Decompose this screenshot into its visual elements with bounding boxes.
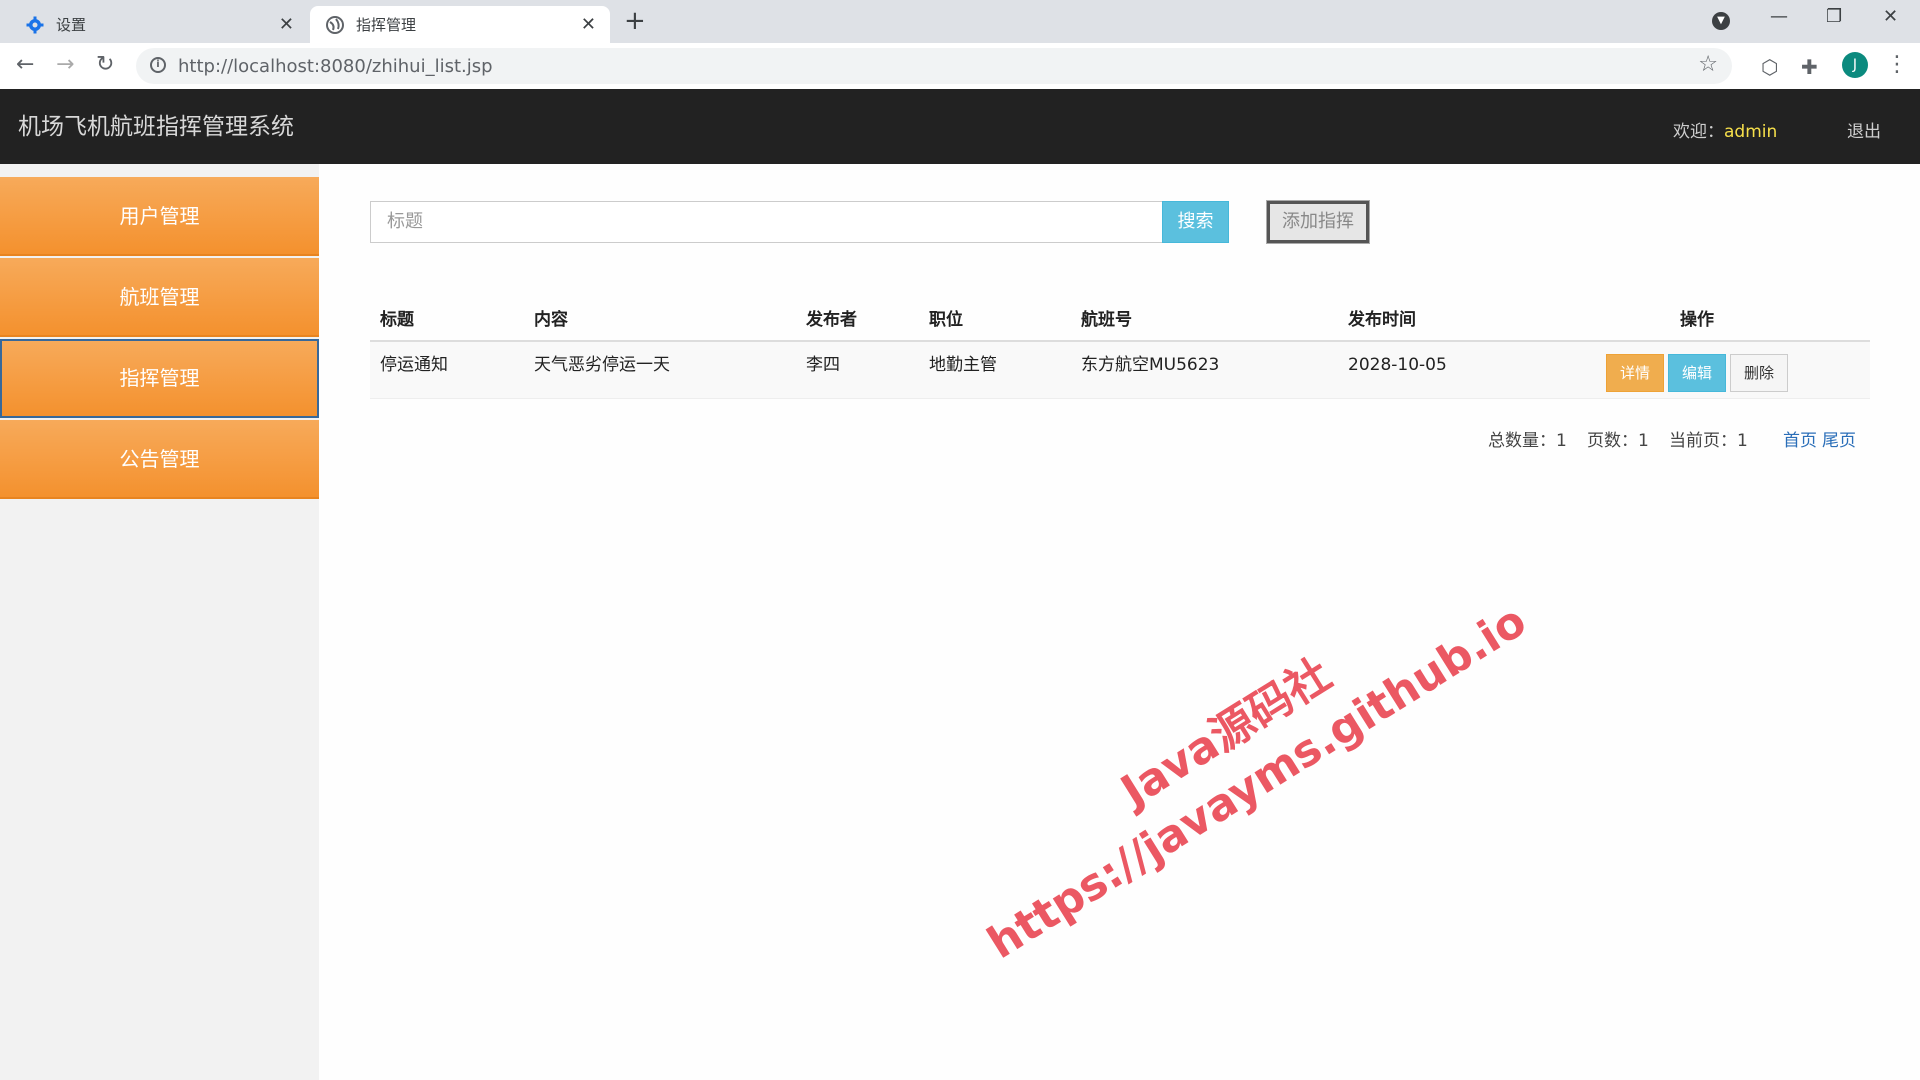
browser-tab-strip: 设置 ✕ 指挥管理 ✕ + ▼ — ❐ ✕ — [0, 0, 1920, 43]
puzzle-icon[interactable]: ✚ — [1801, 55, 1818, 79]
forward-arrow-icon[interactable]: → — [56, 52, 74, 78]
tab-settings[interactable]: 设置 ✕ — [8, 6, 308, 43]
main-content: 标题 搜索 添加指挥 标题 内容 发布者 职位 航班号 发布时间 操作 停运通知… — [319, 164, 1920, 1080]
app-header: 机场飞机航班指挥管理系统 欢迎：admin 退出 — [0, 89, 1920, 164]
minimize-icon[interactable]: — — [1770, 6, 1788, 27]
search-button[interactable]: 搜索 — [1162, 201, 1229, 243]
cell-position: 地勤主管 — [929, 355, 997, 375]
sidebar-item-flights[interactable]: 航班管理 — [0, 258, 319, 337]
column-header: 职位 — [929, 310, 963, 330]
username: admin — [1724, 122, 1778, 142]
sidebar: 用户管理 航班管理 指挥管理 公告管理 — [0, 164, 319, 1080]
chevron-down-icon[interactable]: ▼ — [1712, 12, 1730, 30]
cell-time: 2028-10-05 — [1348, 355, 1447, 375]
cell-flight: 东方航空MU5623 — [1081, 355, 1220, 375]
cell-content: 天气恶劣停运一天 — [534, 355, 670, 375]
logout-link[interactable]: 退出 — [1847, 117, 1881, 142]
back-arrow-icon[interactable]: ← — [16, 52, 34, 78]
window-close-icon[interactable]: ✕ — [1883, 6, 1898, 27]
delete-button[interactable]: 删除 — [1730, 354, 1788, 392]
extension-shield-icon[interactable]: ⬡ — [1761, 55, 1778, 79]
column-header: 标题 — [380, 310, 414, 330]
cell-title: 停运通知 — [380, 355, 448, 375]
edit-button[interactable]: 编辑 — [1668, 354, 1726, 392]
cell-publisher: 李四 — [806, 355, 840, 375]
globe-icon — [326, 15, 344, 34]
reload-icon[interactable]: ↻ — [96, 52, 114, 78]
column-header: 操作 — [1680, 310, 1714, 330]
pager-total: 总数量：1 — [1488, 431, 1567, 451]
address-bar-row: ← → ↻ i http://localhost:8080/zhihui_lis… — [0, 43, 1920, 90]
search-input[interactable]: 标题 — [370, 201, 1164, 243]
first-page-link[interactable]: 首页 — [1783, 426, 1817, 451]
new-tab-icon[interactable]: + — [624, 6, 646, 36]
sidebar-item-users[interactable]: 用户管理 — [0, 177, 319, 256]
info-icon[interactable]: i — [150, 57, 166, 73]
table-header: 标题 内容 发布者 职位 航班号 发布时间 操作 — [370, 300, 1870, 342]
last-page-link[interactable]: 尾页 — [1822, 426, 1856, 451]
column-header: 内容 — [534, 310, 568, 330]
add-command-button[interactable]: 添加指挥 — [1266, 200, 1370, 244]
pager-current: 当前页：1 — [1669, 431, 1748, 451]
close-icon[interactable]: ✕ — [279, 14, 294, 35]
restore-icon[interactable]: ❐ — [1826, 6, 1842, 27]
tab-title: 设置 — [56, 16, 87, 34]
table-row: 停运通知 天气恶劣停运一天 李四 地勤主管 东方航空MU5623 2028-10… — [370, 342, 1870, 399]
column-header: 航班号 — [1081, 310, 1132, 330]
detail-button[interactable]: 详情 — [1606, 354, 1664, 392]
pager-pages: 页数：1 — [1587, 431, 1649, 451]
column-header: 发布者 — [806, 310, 857, 330]
column-header: 发布时间 — [1348, 310, 1416, 330]
welcome-text: 欢迎：admin — [1673, 122, 1778, 142]
command-table: 标题 内容 发布者 职位 航班号 发布时间 操作 停运通知 天气恶劣停运一天 李… — [370, 300, 1870, 399]
tab-title: 指挥管理 — [356, 16, 417, 34]
close-icon[interactable]: ✕ — [581, 14, 596, 35]
url-input[interactable]: i http://localhost:8080/zhihui_list.jsp … — [136, 48, 1732, 84]
more-menu-icon[interactable]: ⋮ — [1886, 52, 1908, 77]
gear-icon — [26, 16, 44, 34]
app-title: 机场飞机航班指挥管理系统 — [18, 114, 294, 140]
sidebar-item-announcements[interactable]: 公告管理 — [0, 420, 319, 499]
avatar[interactable]: J — [1842, 52, 1868, 78]
tab-command-management[interactable]: 指挥管理 ✕ — [310, 6, 610, 43]
sidebar-item-command[interactable]: 指挥管理 — [0, 339, 319, 418]
bookmark-star-icon[interactable]: ☆ — [1698, 52, 1718, 77]
url-text: http://localhost:8080/zhihui_list.jsp — [178, 56, 493, 77]
